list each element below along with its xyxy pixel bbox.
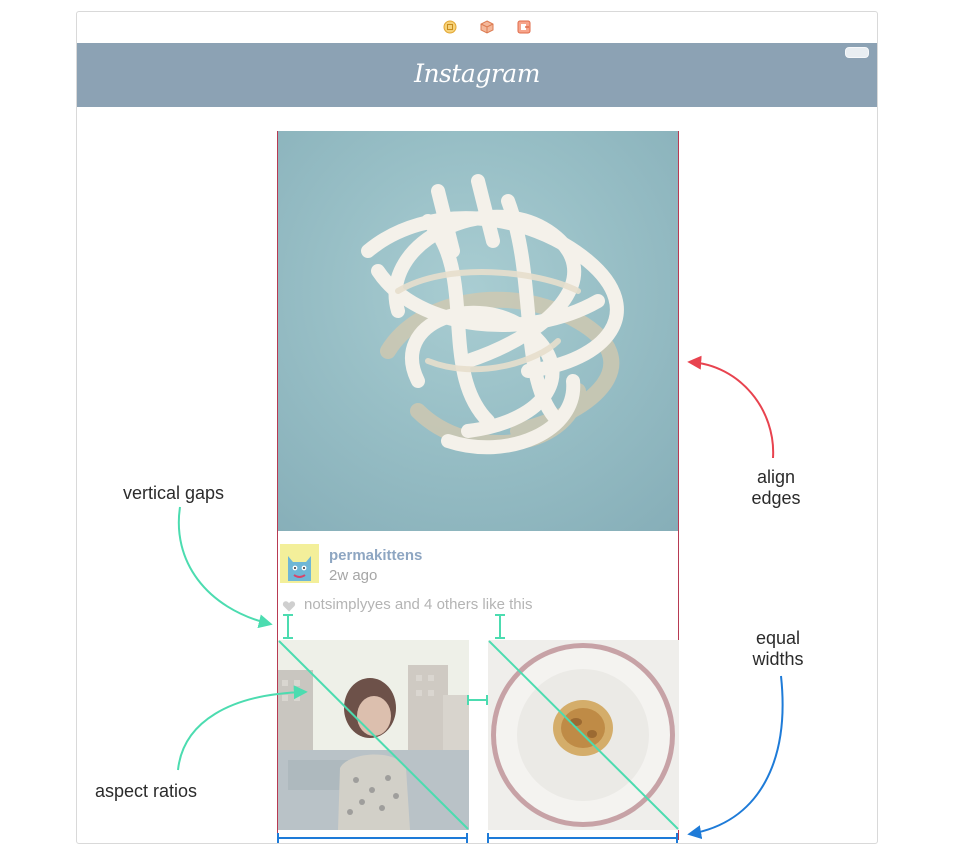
view-controller-icon[interactable] <box>443 20 457 34</box>
exit-icon[interactable] <box>517 20 531 34</box>
equal-widths-label: equal widths <box>740 628 816 670</box>
portrait-photo <box>278 640 469 830</box>
nav-title: Instagram <box>414 59 540 88</box>
vertical-gaps-label: vertical gaps <box>123 483 225 503</box>
equal-widths-line2: widths <box>752 649 804 669</box>
align-edges-line1: align <box>756 467 796 487</box>
post-timestamp: 2w ago <box>329 567 378 584</box>
scene-dock <box>77 12 877 43</box>
battery-icon <box>845 47 869 58</box>
thumbnail-left[interactable] <box>278 640 469 830</box>
likes-summary[interactable]: notsimplyyes and 4 others like this <box>304 596 532 613</box>
navigation-bar: Instagram <box>77 43 877 107</box>
align-edges-line2: edges <box>751 488 801 508</box>
aspect-ratios-label: aspect ratios <box>95 781 198 801</box>
paper-ribbons-illustration <box>361 174 624 455</box>
first-responder-icon[interactable] <box>480 20 494 34</box>
equal-widths-line1: equal <box>755 628 801 648</box>
username-link[interactable]: permakittens <box>329 547 422 564</box>
post-photo <box>278 131 678 531</box>
post-cell[interactable]: permakittens 2w ago notsimplyyes and 4 o… <box>277 131 679 840</box>
thumbnail-right[interactable] <box>488 640 679 830</box>
pancake-plate-photo <box>488 640 679 830</box>
heart-icon[interactable] <box>282 599 296 613</box>
align-edges-label: align edges <box>738 467 814 509</box>
avatar[interactable] <box>280 544 319 583</box>
